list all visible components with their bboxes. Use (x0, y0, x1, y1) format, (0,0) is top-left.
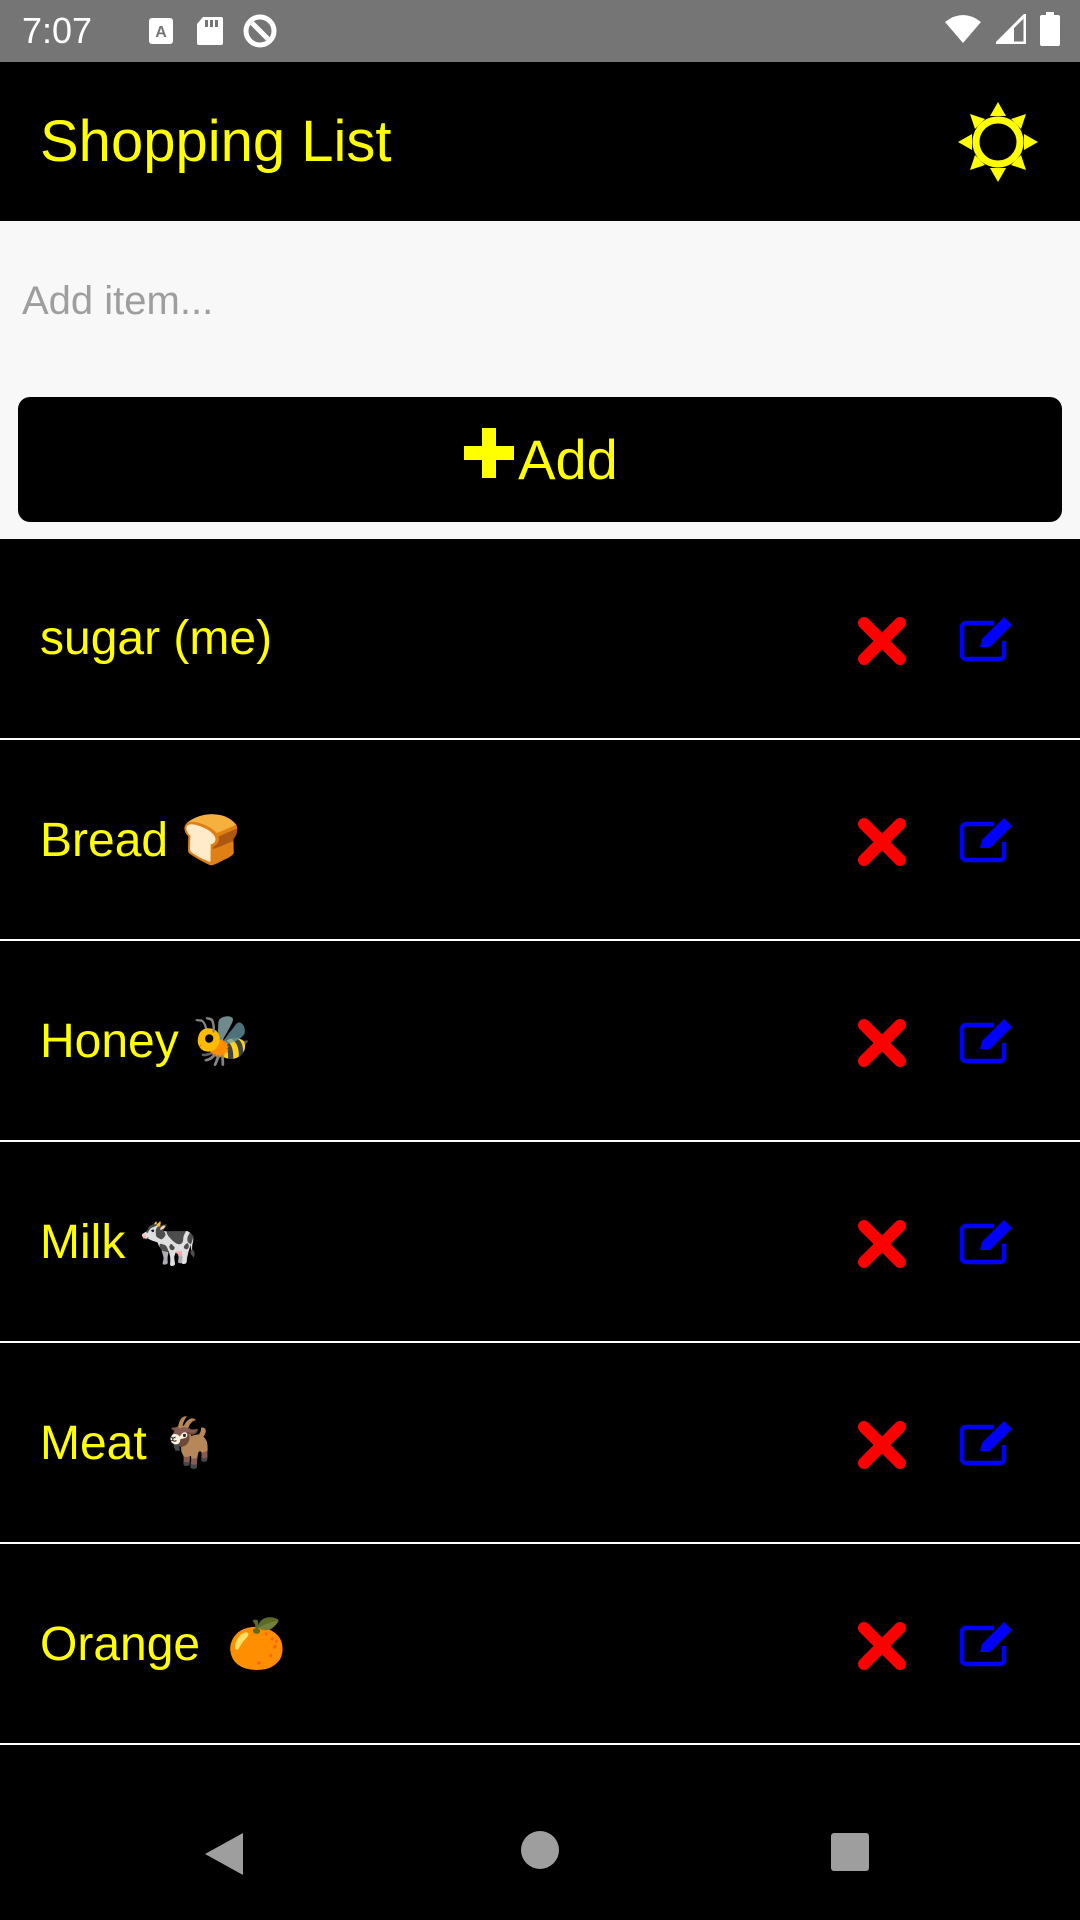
add-button-label: Add (518, 428, 618, 491)
delete-button[interactable] (856, 1017, 908, 1069)
recent-apps-button[interactable] (830, 1832, 870, 1877)
signal-icon (993, 10, 1027, 49)
battery-icon (1040, 11, 1060, 51)
delete-button[interactable] (856, 816, 908, 868)
list-item: sugar (me) (0, 539, 1080, 740)
home-icon (521, 1831, 559, 1869)
add-button[interactable]: Add (18, 397, 1062, 522)
close-icon (858, 1019, 906, 1067)
edit-button[interactable] (958, 1216, 1016, 1266)
delete-button[interactable] (856, 615, 908, 667)
item-label: Orange 🍊 (40, 1618, 287, 1671)
edit-button[interactable] (958, 1417, 1016, 1467)
item-label: Honey 🐝 (40, 1015, 252, 1068)
close-icon (858, 1220, 906, 1268)
close-icon (858, 617, 906, 665)
sync-circle-icon (242, 13, 278, 49)
home-button[interactable] (520, 1830, 560, 1875)
item-label: Meat 🐐 (40, 1417, 220, 1470)
edit-icon (959, 818, 1012, 863)
edit-icon (959, 1622, 1012, 1667)
sun-icon (958, 102, 1038, 182)
edit-icon (959, 1421, 1012, 1466)
app-bar: Shopping List (0, 62, 1080, 221)
delete-button[interactable] (856, 1218, 908, 1270)
svg-text:A: A (155, 24, 167, 41)
theme-toggle-button[interactable] (954, 98, 1042, 186)
item-label: sugar (me) (40, 612, 273, 665)
shopping-list: sugar (me) Bread 🍞 Honey 🐝 Milk 🐄 Meat 🐐… (0, 539, 1080, 1745)
close-icon (858, 1622, 906, 1670)
plus-icon (464, 427, 515, 478)
item-label: Milk 🐄 (40, 1216, 199, 1269)
edit-button[interactable] (958, 814, 1016, 864)
edit-button[interactable] (958, 1618, 1016, 1668)
page-title: Shopping List (40, 109, 392, 174)
list-item: Orange 🍊 (0, 1544, 1080, 1745)
status-time: 7:07 (22, 10, 93, 51)
edit-icon (959, 1220, 1012, 1265)
navigation-bar (0, 1776, 1080, 1920)
list-item: Honey 🐝 (0, 941, 1080, 1142)
a-badge-icon: A (148, 17, 174, 45)
edit-icon (959, 1019, 1012, 1064)
list-item: Milk 🐄 (0, 1142, 1080, 1343)
add-item-panel: Add (0, 221, 1080, 539)
list-item: Bread 🍞 (0, 740, 1080, 941)
delete-button[interactable] (856, 1419, 908, 1471)
edit-button[interactable] (958, 1015, 1016, 1065)
close-icon (858, 1421, 906, 1469)
edit-button[interactable] (958, 613, 1016, 663)
close-icon (858, 818, 906, 866)
recent-apps-icon (831, 1833, 869, 1871)
item-label: Bread 🍞 (40, 814, 242, 867)
status-bar: 7:07 A (0, 0, 1080, 62)
sd-card-icon (196, 16, 224, 46)
delete-button[interactable] (856, 1620, 908, 1672)
list-item: Meat 🐐 (0, 1343, 1080, 1544)
add-item-input[interactable] (0, 221, 1080, 381)
back-button[interactable] (203, 1831, 245, 1882)
edit-icon (959, 617, 1012, 662)
back-icon (205, 1833, 243, 1875)
wifi-icon (944, 14, 982, 49)
